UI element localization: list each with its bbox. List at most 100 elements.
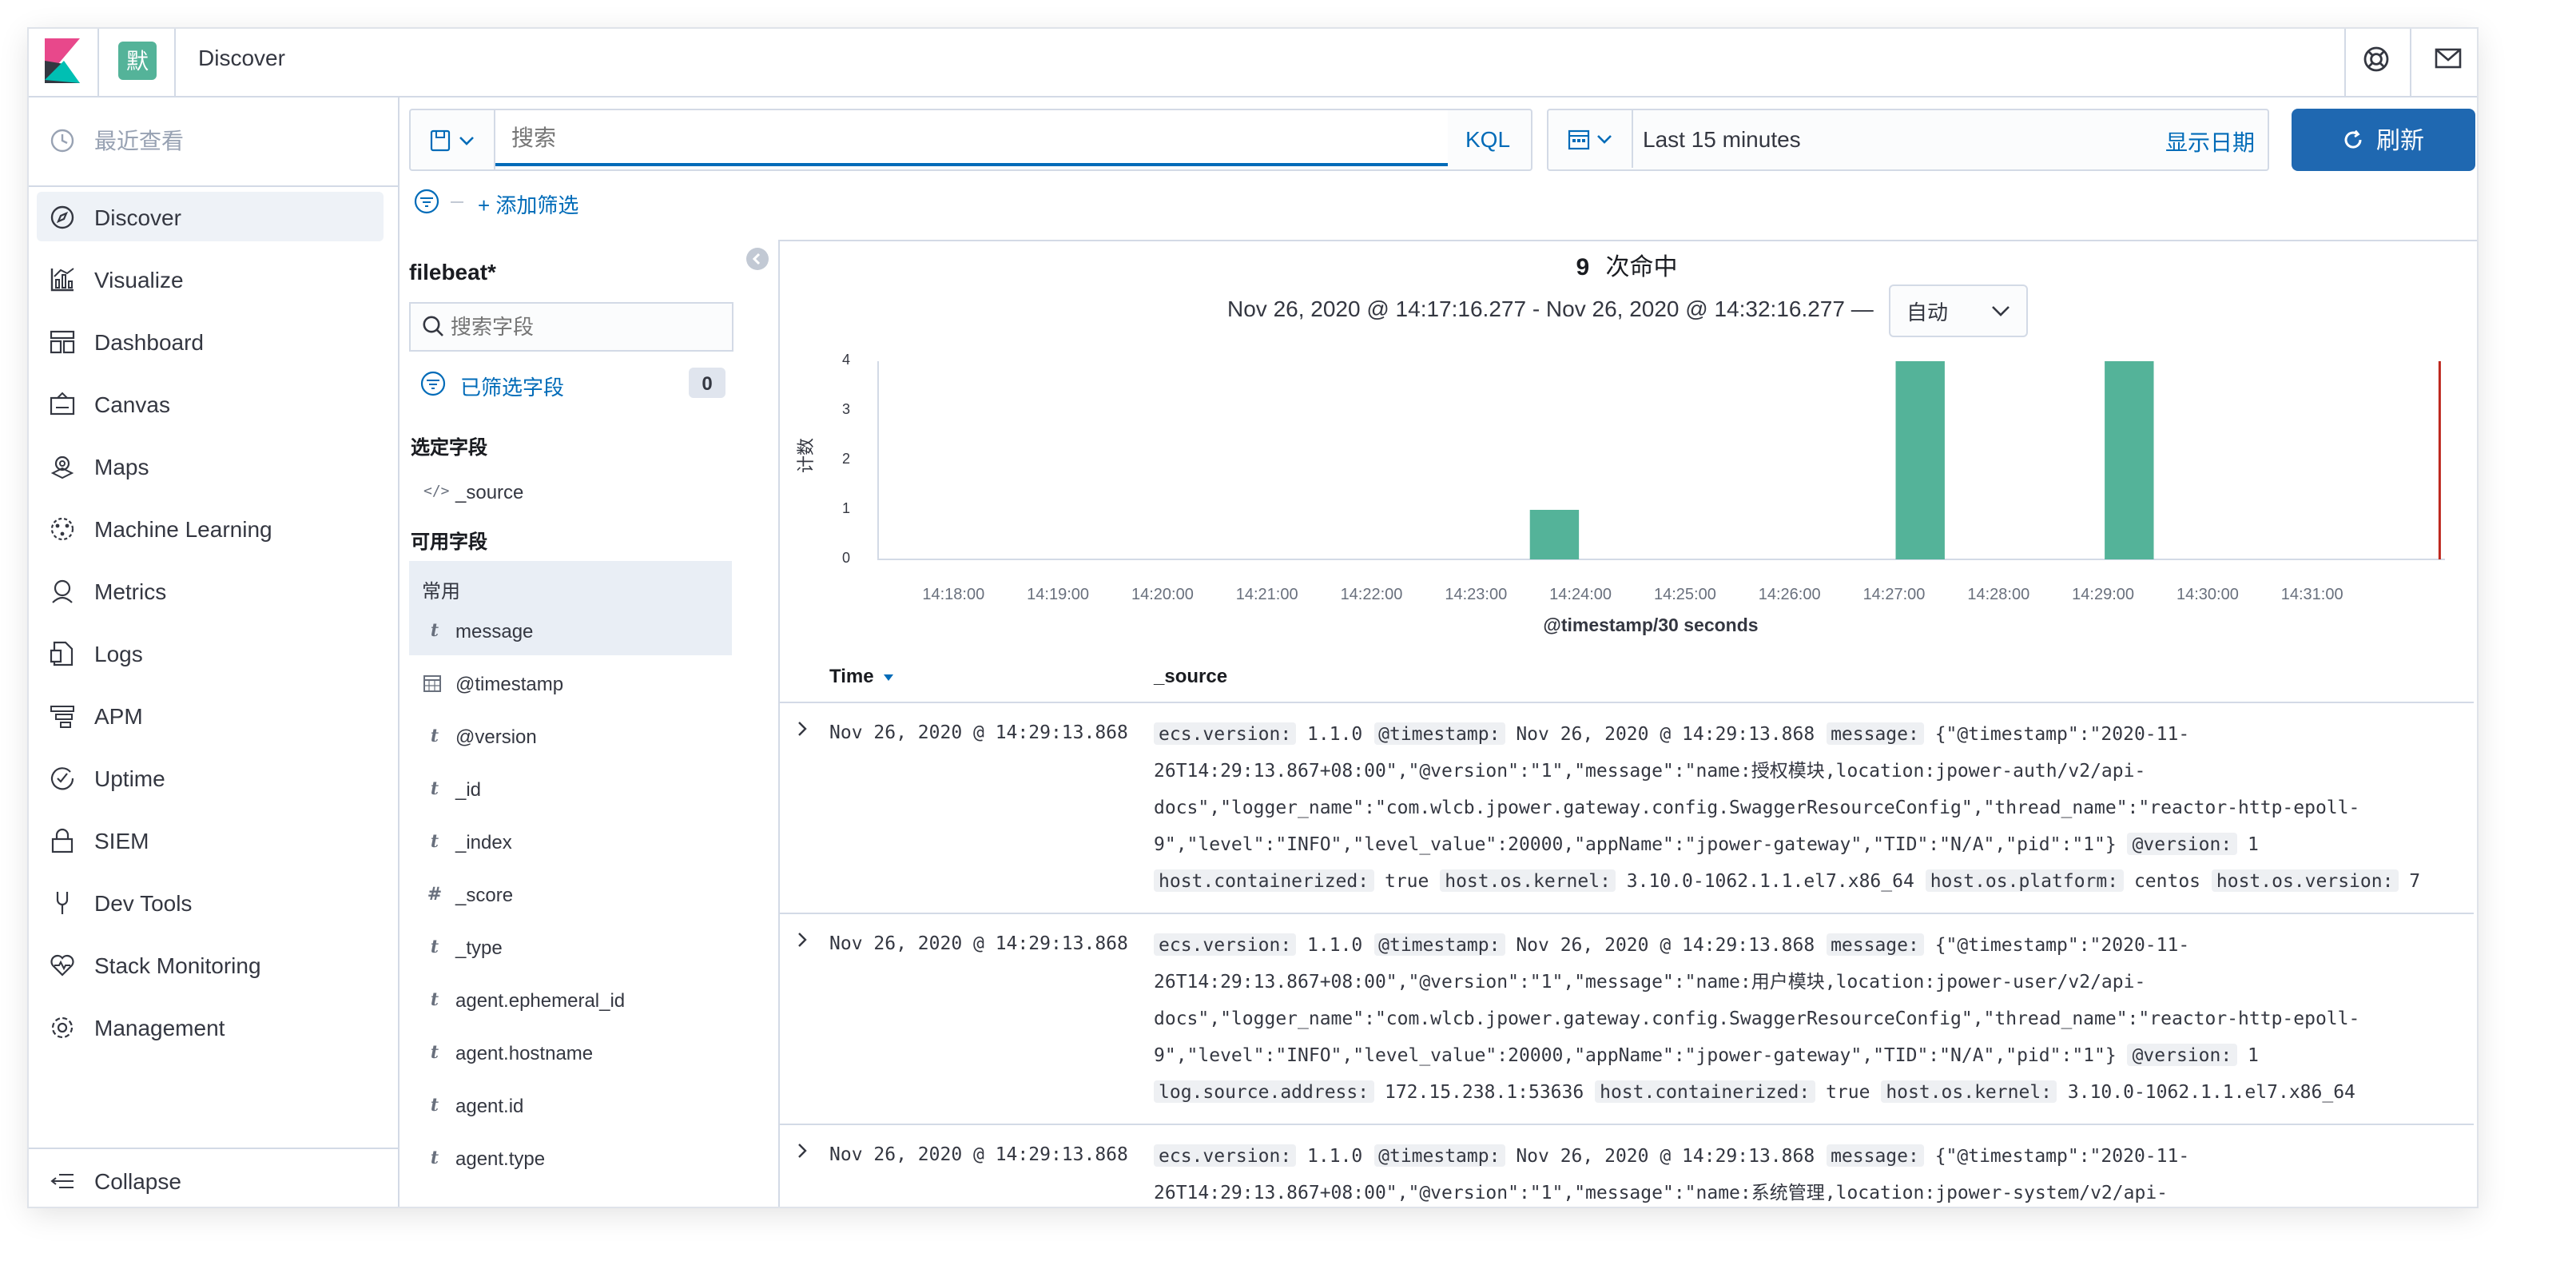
field-item-index[interactable]: t _index xyxy=(411,815,733,868)
add-filter-button[interactable]: + 添加筛选 xyxy=(478,189,578,219)
nav-item-apm[interactable]: APM xyxy=(37,690,384,740)
number-type-icon: # xyxy=(427,884,443,905)
source-field-key: @timestamp: xyxy=(1373,1144,1505,1167)
string-type-icon: t xyxy=(430,1042,439,1063)
sort-down-icon[interactable] xyxy=(882,673,895,682)
nav-item-stack-monitoring[interactable]: Stack Monitoring xyxy=(37,940,384,989)
field-item-timestamp[interactable]: @timestamp xyxy=(411,657,733,710)
field-item-agent-type[interactable]: t agent.type xyxy=(411,1132,733,1184)
source-field-key: @timestamp: xyxy=(1373,933,1505,956)
expand-row-icon[interactable] xyxy=(794,932,810,948)
x-tick-label: 14:25:00 xyxy=(1653,587,1716,604)
field-item-version[interactable]: t @version xyxy=(411,710,733,762)
filter-options-icon[interactable] xyxy=(414,189,439,214)
histogram-chart[interactable] xyxy=(877,356,2445,564)
source-field-key: host.os.version: xyxy=(2211,869,2399,892)
field-item-type[interactable]: t _type xyxy=(411,921,733,973)
source-field-value: 172.15.238.1:53636 xyxy=(1373,1080,1596,1103)
source-field-key: host.containerized: xyxy=(1595,1080,1815,1103)
column-time-label: Time xyxy=(829,665,874,687)
mail-icon[interactable] xyxy=(2434,46,2463,72)
nav-item-machine-learning[interactable]: Machine Learning xyxy=(37,503,384,553)
kql-toggle[interactable]: KQL xyxy=(1465,126,1510,152)
source-field-value: docs","logger_name":"com.wlcb.jpower.gat… xyxy=(1154,1007,2360,1029)
field-item-agent-ephemeral-id[interactable]: t agent.ephemeral_id xyxy=(411,973,733,1026)
dashboard-icon xyxy=(50,328,75,354)
source-field-key: host.os.kernel: xyxy=(1440,869,1616,892)
refresh-button[interactable]: 刷新 xyxy=(2292,109,2475,171)
space-avatar[interactable]: 默 xyxy=(118,42,157,80)
histogram-bar[interactable] xyxy=(2105,361,2154,559)
source-field-value: 1.1.0 xyxy=(1296,933,1374,956)
nav-item-metrics[interactable]: Metrics xyxy=(37,566,384,615)
show-dates-button[interactable]: 显示日期 xyxy=(2165,126,2255,158)
source-field-value: 26T14:29:13.867+08:00","@version":"1","m… xyxy=(1154,759,2146,782)
source-field-value: 1 xyxy=(2236,1044,2259,1066)
field-item-agent-id[interactable]: t agent.id xyxy=(411,1079,733,1132)
index-pattern-title[interactable]: filebeat* xyxy=(409,259,496,284)
table-row[interactable]: Nov 26, 2020 @ 14:29:13.868 ecs.version: … xyxy=(780,702,2474,914)
hits-count: 9 xyxy=(1576,254,1590,281)
y-tick-label: 3 xyxy=(841,401,850,417)
nav-item-maps[interactable]: Maps xyxy=(37,441,384,491)
field-item-source[interactable]: </> _source xyxy=(411,465,733,518)
nav-item-visualize[interactable]: Visualize xyxy=(37,254,384,304)
collapse-sidebar-icon[interactable] xyxy=(746,248,769,270)
quick-menu-button[interactable] xyxy=(1548,110,1633,168)
field-item-message[interactable]: t message xyxy=(411,604,733,657)
x-tick-label: 14:21:00 xyxy=(1235,587,1298,604)
time-range-text: Nov 26, 2020 @ 14:17:16.277 - Nov 26, 20… xyxy=(1227,296,1874,321)
nav-recently-viewed[interactable]: 最近查看 xyxy=(37,115,384,165)
help-icon[interactable] xyxy=(2362,45,2391,74)
nav-item-discover[interactable]: Discover xyxy=(37,192,384,241)
save-icon xyxy=(428,129,476,151)
source-field-value: 9","level":"INFO","level_value":20000,"a… xyxy=(1154,1044,2128,1066)
field-name: agent.type xyxy=(455,1147,546,1169)
source-field-key: log.source.address: xyxy=(1154,1080,1374,1103)
collapse-nav-button[interactable]: Collapse xyxy=(37,1156,384,1205)
string-type-icon: t xyxy=(430,937,439,957)
field-search-input[interactable] xyxy=(451,305,722,347)
x-tick-label: 14:24:00 xyxy=(1549,587,1612,604)
y-tick-label: 4 xyxy=(841,352,850,368)
table-row[interactable]: Nov 26, 2020 @ 14:29:13.868 ecs.version: … xyxy=(780,913,2474,1125)
column-header-time[interactable]: Time xyxy=(829,665,895,687)
nav-item-logs[interactable]: Logs xyxy=(37,628,384,678)
nav-item-dev-tools[interactable]: Dev Tools xyxy=(37,877,384,927)
field-item-agent-hostname[interactable]: t agent.hostname xyxy=(411,1026,733,1079)
filtered-fields-toggle[interactable]: 已筛选字段 xyxy=(460,371,564,401)
nav-item-label: Management xyxy=(94,1014,225,1040)
source-field-key: ecs.version: xyxy=(1154,1144,1297,1167)
row-timestamp: Nov 26, 2020 @ 14:29:13.868 xyxy=(829,932,1128,954)
source-line: log.source.address: 172.15.238.1:53636 h… xyxy=(1154,1079,2355,1104)
histogram-bar[interactable] xyxy=(1895,361,1945,559)
nav-item-siem[interactable]: SIEM xyxy=(37,815,384,865)
string-type-icon: t xyxy=(430,778,439,799)
table-row[interactable]: Nov 26, 2020 @ 14:29:13.868 ecs.version: … xyxy=(780,1124,2474,1207)
source-field-value: Nov 26, 2020 @ 14:29:13.868 xyxy=(1505,933,1827,956)
source-field-key: ecs.version: xyxy=(1154,722,1297,745)
expand-row-icon[interactable] xyxy=(794,721,810,737)
source-field-value: 9","level":"INFO","level_value":20000,"a… xyxy=(1154,833,2128,855)
field-item-score[interactable]: # _score xyxy=(411,868,733,921)
chevron-down-icon xyxy=(1991,304,2010,317)
nav-item-management[interactable]: Management xyxy=(37,1002,384,1052)
refresh-label: 刷新 xyxy=(2375,128,2424,155)
interval-select[interactable]: 自动 xyxy=(1889,284,2028,337)
nav-recently-viewed-label: 最近查看 xyxy=(94,127,184,153)
nav-item-canvas[interactable]: Canvas xyxy=(37,379,384,428)
kibana-window: 默 Discover 最近查看 Discover Visualize Dashb… xyxy=(29,29,2477,1207)
nav-item-dashboard[interactable]: Dashboard xyxy=(37,316,384,366)
search-input[interactable] xyxy=(495,110,1448,166)
saved-query-button[interactable] xyxy=(411,110,495,169)
kibana-logo-icon[interactable] xyxy=(45,38,80,83)
nav-item-uptime[interactable]: Uptime xyxy=(37,753,384,802)
breadcrumb-discover[interactable]: Discover xyxy=(198,45,285,70)
string-type-icon: t xyxy=(430,726,439,746)
field-item-id[interactable]: t _id xyxy=(411,762,733,815)
time-range-label[interactable]: Last 15 minutes xyxy=(1643,126,1801,152)
histogram-bar[interactable] xyxy=(1529,510,1580,559)
field-name: _index xyxy=(455,830,512,853)
expand-row-icon[interactable] xyxy=(794,1143,810,1159)
source-field-value: 1.1.0 xyxy=(1296,1144,1374,1167)
